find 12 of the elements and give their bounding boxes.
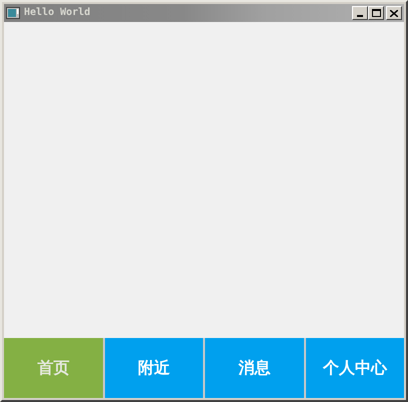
maximize-icon [372, 9, 380, 17]
tab[interactable]: 消息 [205, 338, 304, 398]
app-icon [6, 7, 20, 19]
close-button[interactable] [386, 6, 402, 20]
tab[interactable]: 附近 [104, 338, 203, 398]
tab[interactable]: 个人中心 [306, 338, 404, 398]
minimize-button[interactable] [352, 6, 368, 20]
tab[interactable]: 首页 [4, 338, 102, 398]
maximize-button[interactable] [368, 6, 384, 20]
window-title: Hello World [24, 8, 90, 18]
close-icon [390, 10, 398, 16]
minimize-icon [357, 15, 363, 17]
